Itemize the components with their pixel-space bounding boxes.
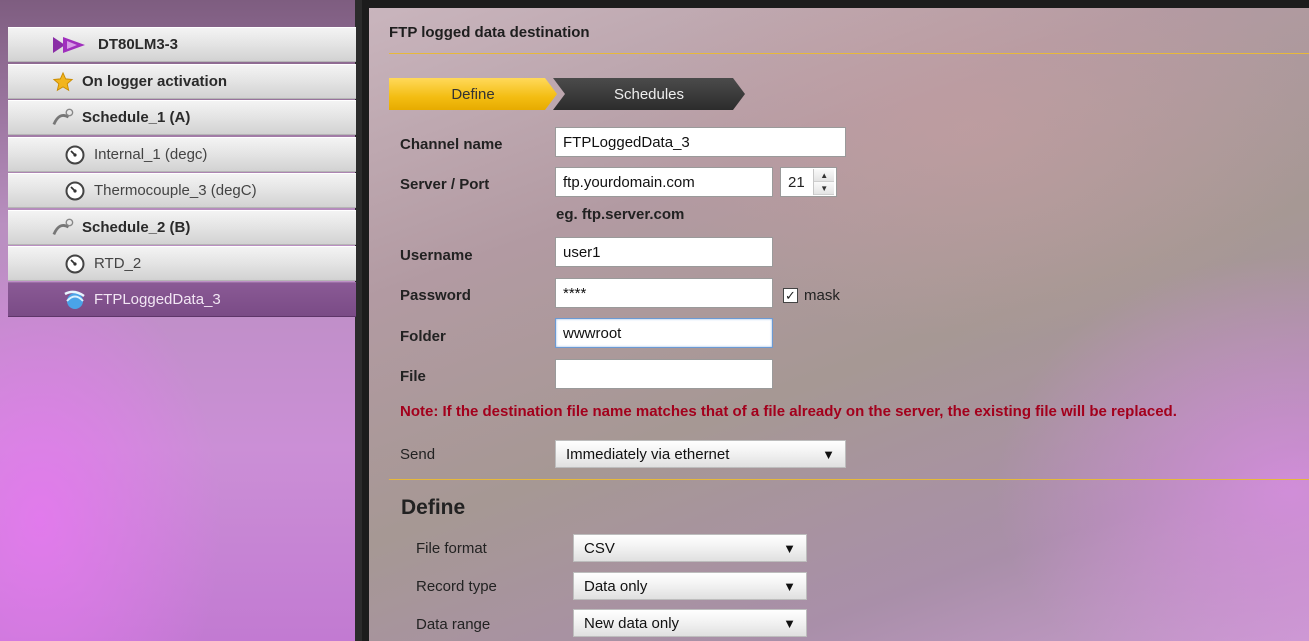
tree-item-ftp-logged-data-3[interactable]: FTPLoggedData_3 [8,282,356,317]
chevron-down-icon: ▼ [783,615,796,631]
tree-item-thermocouple-3[interactable]: Thermocouple_3 (degC) [8,173,356,208]
record-type-dropdown[interactable]: Data only ▼ [573,572,807,600]
file-input[interactable] [555,359,773,389]
send-label: Send [400,446,436,463]
gauge-icon [64,253,86,275]
overwrite-warning: Note: If the destination file name match… [400,403,1177,420]
tree-item-label: Thermocouple_3 (degC) [94,182,257,199]
folder-label: Folder [400,328,446,345]
port-stepper[interactable]: 21 ▲ ▼ [780,167,837,197]
record-type-selected-value: Data only [584,577,648,595]
server-input[interactable] [555,167,773,197]
chevron-down-icon: ▼ [822,446,835,462]
tree-item-label: Schedule_1 (A) [82,109,191,126]
chevron-down-icon: ▼ [783,540,796,556]
panel-title: FTP logged data destination [389,24,590,41]
title-divider [389,53,1309,54]
tree-item-label: Schedule_2 (B) [82,219,191,236]
datataker-logo-icon [50,34,88,56]
ftp-globe-icon [64,289,86,311]
file-label: File [400,368,426,385]
port-decrement-button[interactable]: ▼ [814,182,834,195]
ftp-destination-panel: FTP logged data destination Define Sched… [369,8,1309,641]
tree-item-schedule-2[interactable]: Schedule_2 (B) [8,210,356,245]
star-icon [52,71,74,93]
tab-schedules[interactable]: Schedules [553,78,745,110]
tree-item-label: On logger activation [82,73,228,90]
username-input[interactable] [555,237,773,267]
schedule-icon [52,217,74,239]
chevron-down-icon: ▼ [783,578,796,594]
section-divider [389,479,1309,480]
gauge-icon [64,180,86,202]
server-hint: eg. ftp.server.com [556,206,685,223]
channel-tree-sidebar: DT80LM3-3 On logger activation Schedule_… [0,0,362,641]
data-range-label: Data range [416,616,491,633]
file-format-dropdown[interactable]: CSV ▼ [573,534,807,562]
file-format-label: File format [416,540,487,557]
tab-define[interactable]: Define [389,78,557,110]
password-label: Password [400,287,471,304]
send-selected-value: Immediately via ethernet [566,445,730,463]
tree-item-rtd-2[interactable]: RTD_2 [8,246,356,281]
tree-item-on-logger-activation[interactable]: On logger activation [8,64,356,99]
define-section-title: Define [401,496,466,519]
tree-item-label: FTPLoggedData_3 [94,291,221,308]
tree-item-label: RTD_2 [94,255,142,272]
folder-input[interactable] [555,318,773,348]
port-value: 21 [788,173,805,191]
channel-name-label: Channel name [400,136,503,153]
port-increment-button[interactable]: ▲ [814,169,834,182]
channel-name-input[interactable] [555,127,846,157]
password-input[interactable] [555,278,773,308]
gauge-icon [64,144,86,166]
mask-checkbox[interactable]: ✓ [783,288,798,303]
username-label: Username [400,247,473,264]
tree-item-label: Internal_1 (degc) [94,146,208,163]
data-range-dropdown[interactable]: New data only ▼ [573,609,807,637]
tree-item-schedule-1[interactable]: Schedule_1 (A) [8,100,356,135]
mask-label: mask [804,287,840,304]
server-port-label: Server / Port [400,176,490,193]
record-type-label: Record type [416,578,497,595]
send-dropdown[interactable]: Immediately via ethernet ▼ [555,440,846,468]
tree-item-internal-1[interactable]: Internal_1 (degc) [8,137,356,172]
mask-toggle[interactable]: ✓ mask [783,287,840,304]
data-range-selected-value: New data only [584,614,680,632]
tree-item-label: DT80LM3-3 [98,36,179,53]
tree-item-logger[interactable]: DT80LM3-3 [8,27,356,62]
schedule-icon [52,107,74,129]
sidebar-divider [355,0,362,641]
file-format-selected-value: CSV [584,539,615,557]
